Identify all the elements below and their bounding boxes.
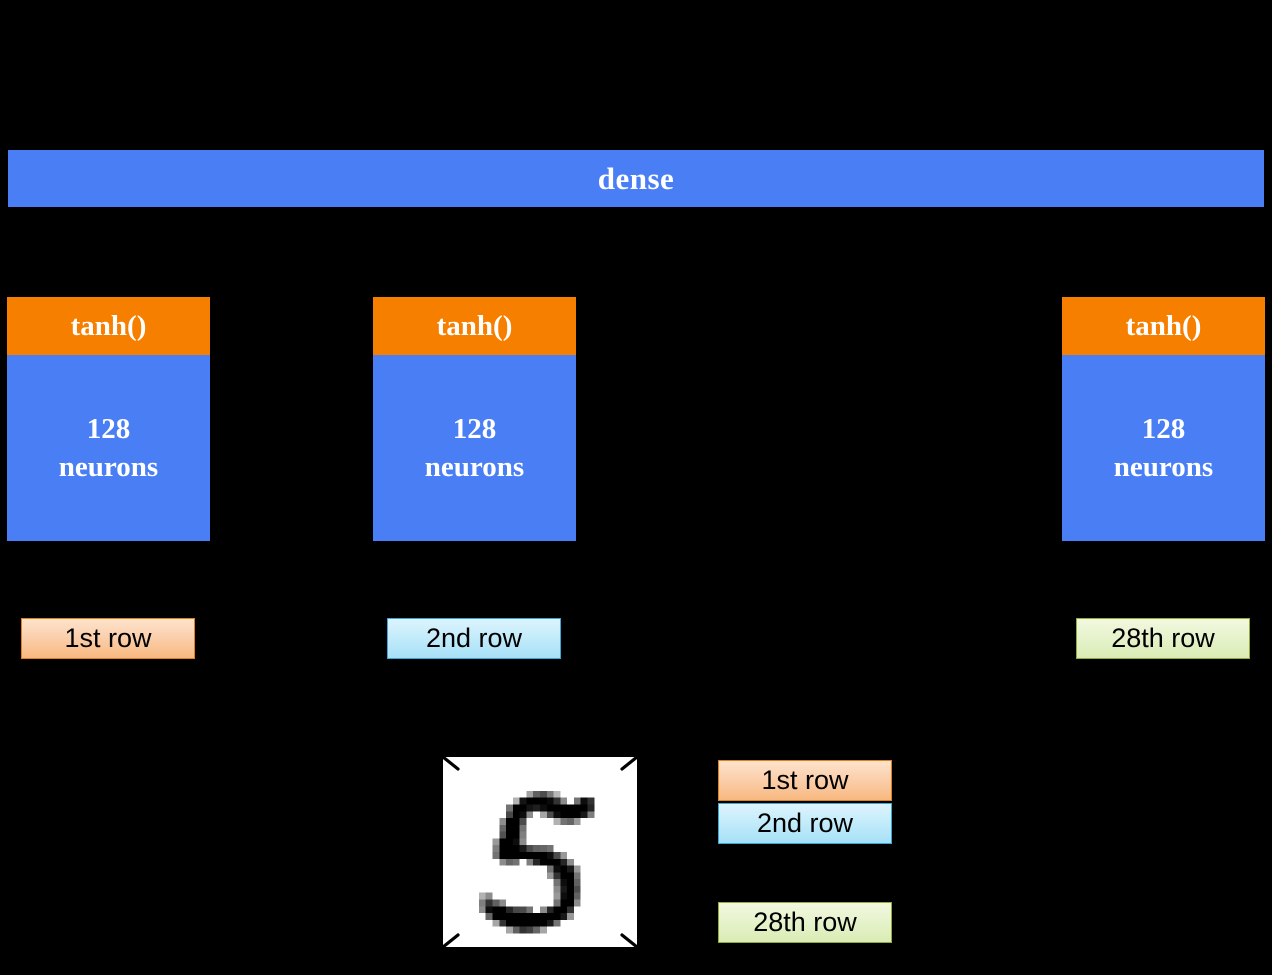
input-row-chip-2[interactable]: 2nd row — [387, 618, 561, 659]
activation-label-2: tanh() — [436, 309, 513, 342]
legend-row-chip-2-label: 2nd row — [756, 808, 854, 838]
cell-body-3: 128 neurons — [1062, 355, 1265, 541]
activation-label-1: tanh() — [70, 309, 147, 342]
recurrent-cell-1[interactable]: tanh() 128 neurons — [7, 297, 210, 541]
dense-layer-label: dense — [597, 160, 675, 196]
units-count-1: 128 — [86, 412, 131, 445]
legend-row-chip-1-label: 1st row — [761, 765, 849, 795]
units-word-3: neurons — [1113, 451, 1214, 483]
input-row-chip-28[interactable]: 28th row — [1076, 618, 1250, 659]
legend-row-chip-28-label: 28th row — [753, 907, 857, 937]
activation-header-3: tanh() — [1062, 297, 1265, 355]
digit-five-icon — [445, 757, 635, 947]
dense-layer-block[interactable]: dense — [8, 150, 1264, 207]
units-count-3: 128 — [1141, 412, 1186, 445]
activation-label-3: tanh() — [1125, 309, 1202, 342]
input-row-chip-28-label: 28th row — [1111, 623, 1215, 653]
recurrent-cell-2[interactable]: tanh() 128 neurons — [373, 297, 576, 541]
input-row-chip-2-label: 2nd row — [425, 623, 523, 653]
cell-body-2: 128 neurons — [373, 355, 576, 541]
legend-row-chip-28[interactable]: 28th row — [718, 902, 892, 943]
input-row-chip-1[interactable]: 1st row — [21, 618, 195, 659]
activation-header-1: tanh() — [7, 297, 210, 355]
cell-body-1: 128 neurons — [7, 355, 210, 541]
legend-row-chip-1[interactable]: 1st row — [718, 760, 892, 801]
units-word-2: neurons — [424, 451, 525, 483]
recurrent-cell-3[interactable]: tanh() 128 neurons — [1062, 297, 1265, 541]
diagram-canvas: dense tanh() 128 neurons tanh() 128 neur… — [0, 0, 1272, 975]
units-count-2: 128 — [452, 412, 497, 445]
digit-canvas — [443, 757, 637, 947]
activation-header-2: tanh() — [373, 297, 576, 355]
input-row-chip-1-label: 1st row — [64, 623, 152, 653]
legend-row-chip-2[interactable]: 2nd row — [718, 803, 892, 844]
units-word-1: neurons — [58, 451, 159, 483]
input-digit-image — [441, 755, 639, 949]
